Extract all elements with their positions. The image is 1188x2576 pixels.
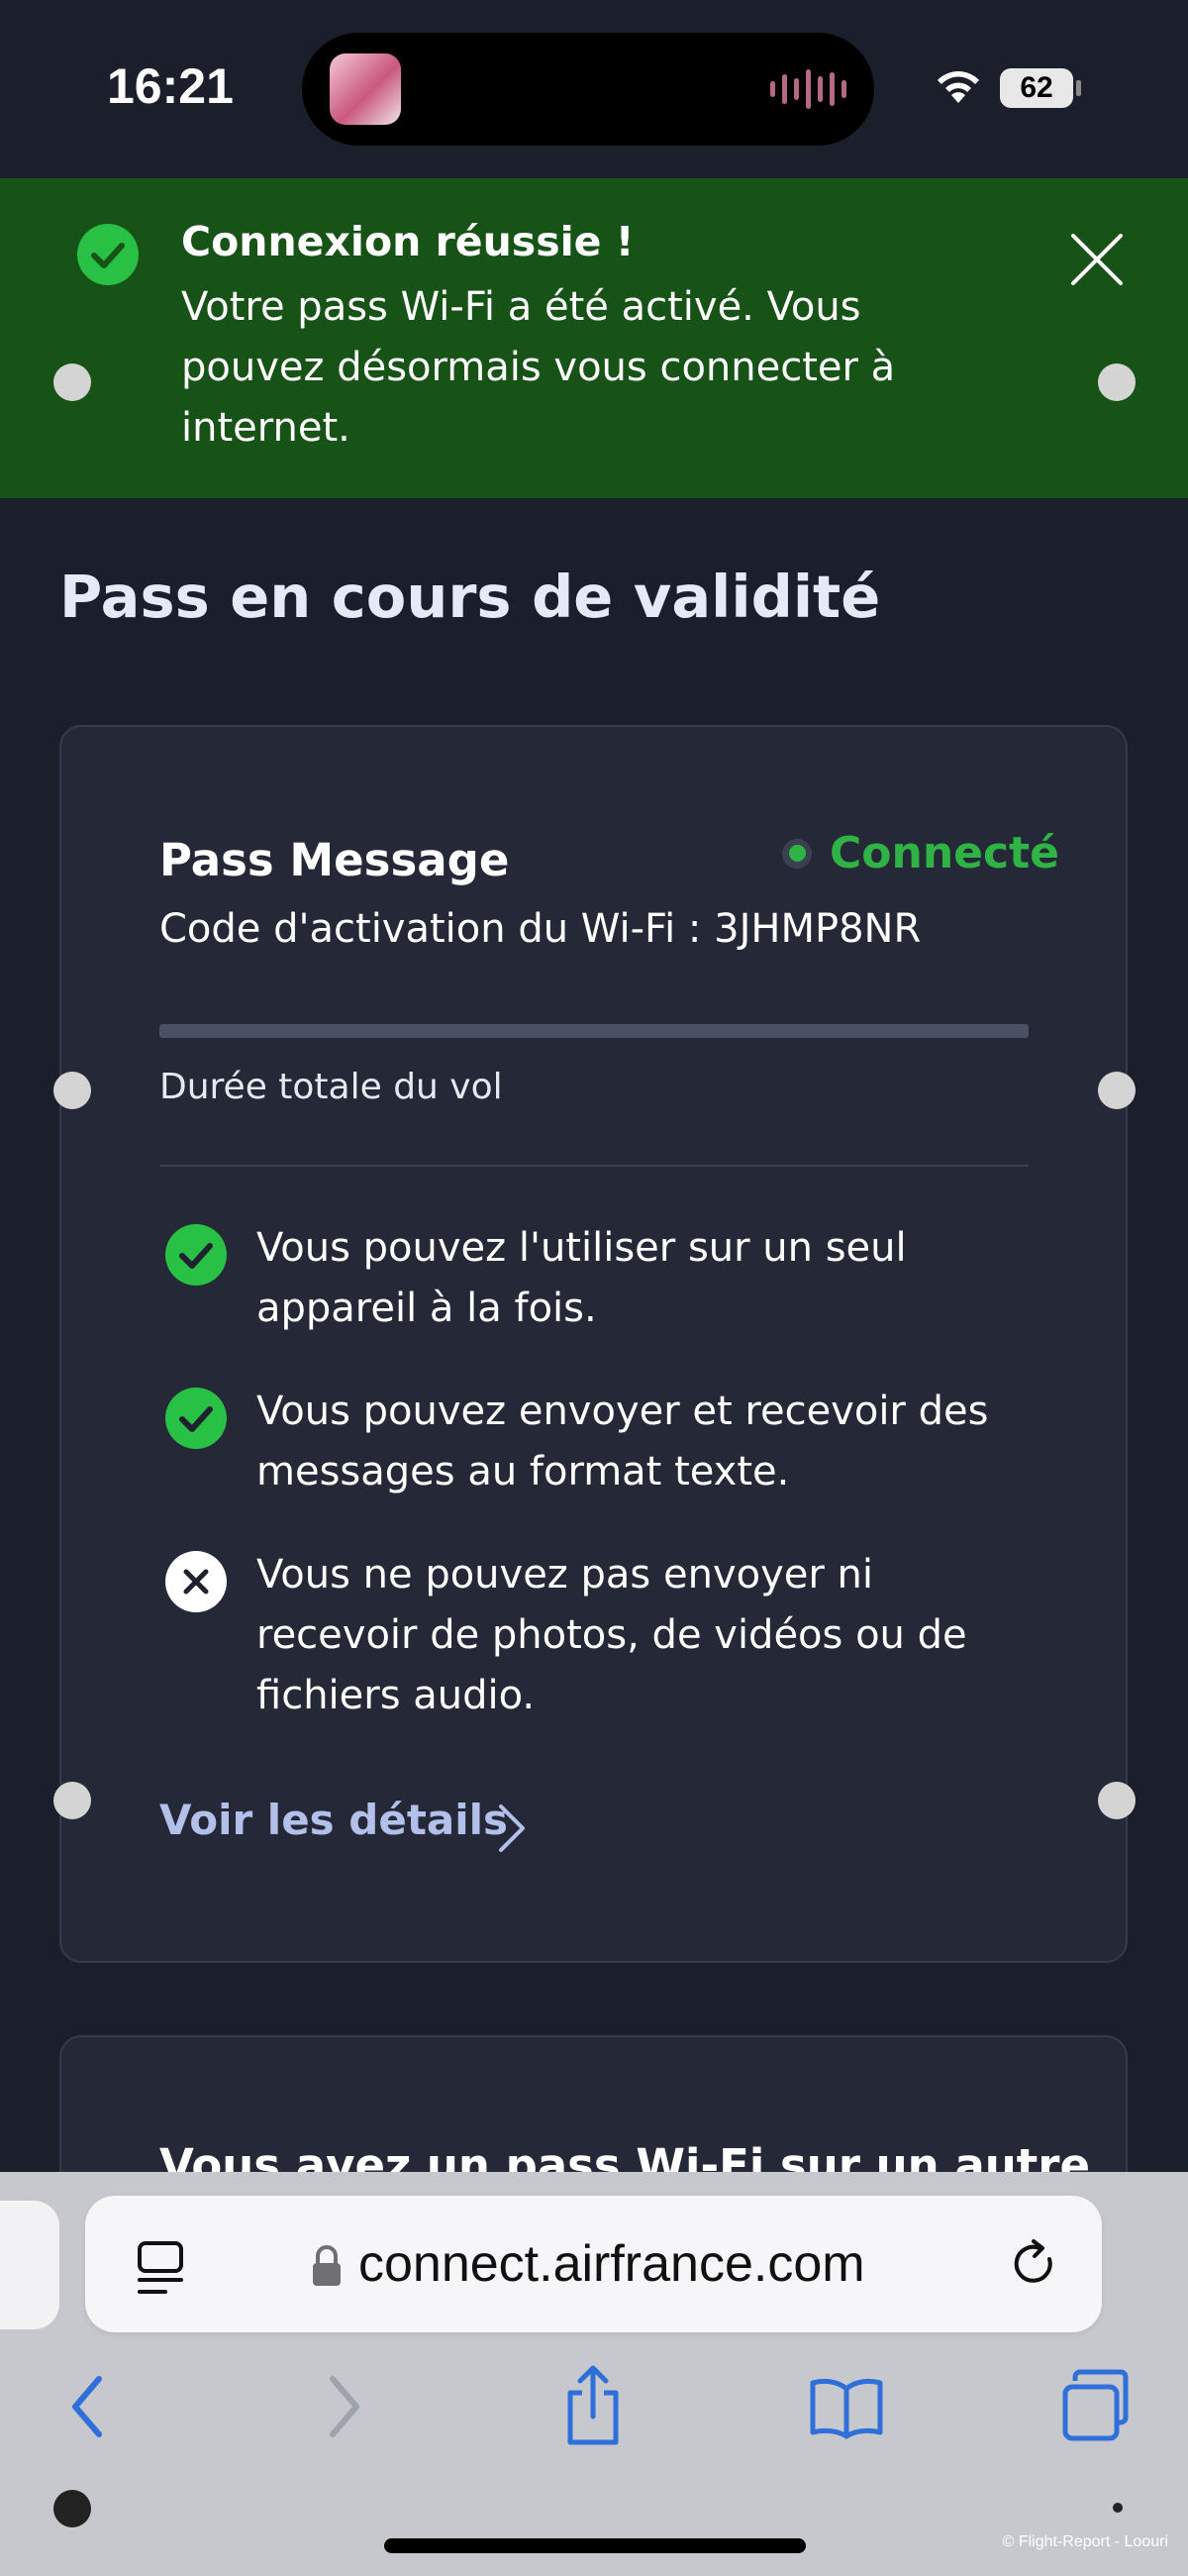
selection-handle[interactable] <box>1098 363 1136 401</box>
connection-status: Connecté <box>782 828 1059 878</box>
previous-tab-preview[interactable] <box>0 2201 59 2329</box>
status-dot-icon <box>782 838 812 869</box>
selection-handle[interactable] <box>1098 1072 1136 1109</box>
chevron-right-icon[interactable] <box>495 1803 529 1854</box>
battery-indicator: 62 <box>1000 68 1073 108</box>
duration-label: Durée totale du vol <box>159 1067 503 1107</box>
feature-text: Vous ne pouvez pas envoyer ni recevoir d… <box>256 1552 967 1718</box>
home-indicator[interactable] <box>384 2538 806 2553</box>
details-link[interactable]: Voir les détails <box>159 1796 508 1844</box>
selection-handle[interactable] <box>53 363 91 401</box>
close-icon[interactable] <box>1067 230 1127 289</box>
back-icon[interactable] <box>65 2367 109 2446</box>
selection-handle[interactable] <box>1098 1782 1136 1819</box>
image-credit: © Flight-Report - Loouri <box>1002 2533 1168 2550</box>
feature-text: Vous pouvez l'utiliser sur un seul appar… <box>256 1225 907 1331</box>
forward-icon[interactable] <box>323 2367 366 2446</box>
status-label: Connecté <box>830 828 1059 878</box>
url-text[interactable]: connect.airfrance.com <box>358 2234 865 2294</box>
selection-handle[interactable] <box>53 1072 91 1109</box>
battery-tip <box>1076 80 1081 96</box>
banner-message: Votre pass Wi-Fi a été activé. Vous pouv… <box>181 284 896 451</box>
dynamic-island[interactable] <box>302 33 874 146</box>
page-title: Pass en cours de validité <box>59 563 881 631</box>
feature-text: Vous pouvez envoyer et recevoir des mess… <box>256 1389 989 1494</box>
tabs-icon[interactable] <box>1059 2369 1133 2442</box>
check-circle-icon <box>77 224 139 285</box>
page-menu-icon[interactable] <box>136 2240 185 2296</box>
bookmarks-icon[interactable] <box>808 2375 885 2440</box>
duration-progress-bar <box>159 1024 1029 1038</box>
touch-indicator <box>1113 2503 1123 2513</box>
status-time: 16:21 <box>107 58 234 114</box>
divider <box>159 1165 1029 1167</box>
share-icon[interactable] <box>560 2363 626 2448</box>
check-circle-icon <box>165 1224 227 1286</box>
cross-circle-icon <box>165 1551 227 1612</box>
selection-handle[interactable] <box>53 1782 91 1819</box>
wifi-icon <box>938 71 979 103</box>
touch-indicator <box>53 2490 91 2527</box>
banner-title: Connexion réussie ! <box>181 218 635 265</box>
pass-name: Pass Message <box>159 834 510 886</box>
now-playing-artwork[interactable] <box>330 53 401 125</box>
status-bar: 16:21 62 <box>0 0 1188 178</box>
lock-icon <box>313 2245 341 2286</box>
check-circle-icon <box>165 1388 227 1449</box>
activation-code: Code d'activation du Wi-Fi : 3JHMP8NR <box>159 906 922 952</box>
reload-icon[interactable] <box>1010 2237 1061 2293</box>
audio-waveform-icon <box>770 68 846 110</box>
